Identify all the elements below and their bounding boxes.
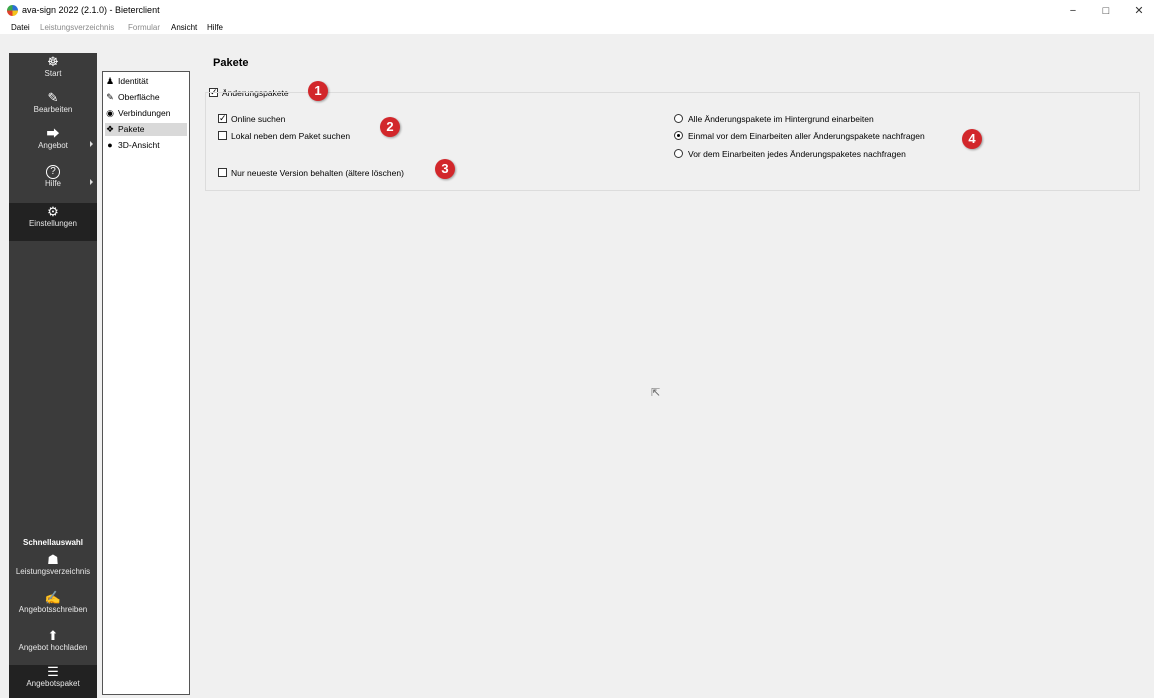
quick-item-angebot-hochladen[interactable]: ⬆ Angebot hochladen [9,629,97,659]
quick-item-angebotspaket[interactable]: ☰ Angebotspaket [9,665,97,698]
tree-item-label: Oberfläche [118,92,160,102]
quick-access-title: Schnellauswahl [22,538,84,547]
package-list-icon: ☰ [47,664,59,679]
sidebar-item-einstellungen[interactable]: ⚙ Einstellungen [9,203,97,241]
tree-item-verbindungen[interactable]: ◉ Verbindungen [105,107,187,120]
window-edit-icon: ✎ [106,92,114,102]
page-title: Pakete [213,57,249,69]
online-search-label: Online suchen [231,114,286,124]
menu-ansicht[interactable]: Ansicht [171,22,197,34]
mouse-cursor-icon: ⇱ [651,387,661,399]
title-bar: ava-sign 2022 (2.1.0) - Bieterclient − □… [0,0,1154,22]
menu-hilfe[interactable]: Hilfe [207,22,223,34]
annotation-badge-4: 4 [962,129,982,149]
radio-ask-once[interactable] [674,131,683,140]
menu-leistungsverzeichnis[interactable]: Leistungsverzeichnis [40,22,114,34]
window-title: ava-sign 2022 (2.1.0) - Bieterclient [22,5,160,15]
quick-item-label: Angebot hochladen [18,643,88,652]
help-icon: ? [46,165,60,179]
tree-item-label: Identität [118,76,149,86]
binoculars-icon: ● [107,140,113,150]
person-icon: ♟ [105,76,115,86]
quick-item-label: Angebotspaket [26,679,80,688]
minimize-button[interactable]: − [1066,4,1080,18]
pencil-icon: ✎ [47,90,59,105]
radio-ask-once-label: Einmal vor dem Einarbeiten aller Änderun… [688,131,925,141]
annotation-badge-3: 3 [435,159,455,179]
settings-tree: ♟ Identität ✎ Oberfläche ◉ Verbindungen ❖ Pa… [102,71,190,695]
sidebar-item-label: Start [44,69,62,78]
edit-document-icon: ✍ [44,590,62,605]
radio-ask-each[interactable] [674,149,683,158]
sidebar: ☸ Start ✎ Bearbeiten ⮕ Angebot ? Hilfe ⚙… [9,53,97,698]
sidebar-item-label: Hilfe [44,179,61,188]
tree-item-label: Verbindungen [118,108,171,118]
tree-item-identitaet[interactable]: ♟ Identität [105,75,187,88]
globe-icon: ◉ [106,108,114,118]
newest-version-label: Nur neueste Version behalten (ältere lös… [231,168,404,178]
local-search-checkbox[interactable] [218,131,227,140]
tree-item-pakete[interactable]: ❖ Pakete [105,123,187,136]
radio-ask-each-label: Vor dem Einarbeiten jedes Änderungspaket… [688,149,906,159]
sidebar-item-angebot[interactable]: ⮕ Angebot [9,127,97,161]
tree-item-3d-ansicht[interactable]: ● 3D-Ansicht [105,139,187,152]
tree-item-oberflaeche[interactable]: ✎ Oberfläche [105,91,187,104]
submenu-arrow-icon [90,141,93,147]
menu-datei[interactable]: Datei [11,22,30,34]
newest-version-checkbox[interactable] [218,168,227,177]
coins-icon: ☗ [47,552,59,567]
upload-icon: ⬆ [47,628,59,643]
package-icon: ❖ [105,124,115,134]
annotation-badge-2: 2 [380,117,400,137]
submenu-arrow-icon [90,179,93,185]
quick-item-angebotsschreiben[interactable]: ✍ Angebotsschreiben [9,591,97,621]
menu-formular[interactable]: Formular [128,22,160,34]
quick-item-label: Angebotsschreiben [18,605,88,614]
quick-item-label: Leistungsverzeichnis [15,567,91,576]
annotation-badge-1: 1 [308,81,328,101]
maximize-button[interactable]: □ [1099,4,1113,18]
sidebar-item-label: Angebot [38,141,68,150]
local-search-label: Lokal neben dem Paket suchen [231,131,351,141]
radio-background-label: Alle Änderungspakete im Hintergrund eina… [688,114,874,124]
tree-item-label: 3D-Ansicht [118,140,160,150]
sidebar-item-label: Einstellungen [28,219,78,228]
ship-wheel-icon: ☸ [47,54,59,69]
radio-background[interactable] [674,114,683,123]
tree-item-label: Pakete [118,124,145,134]
share-icon: ⮕ [46,126,60,141]
sidebar-item-start[interactable]: ☸ Start [9,55,97,89]
online-search-checkbox[interactable] [218,112,227,124]
app-logo-icon [7,5,18,16]
menu-bar: Datei Leistungsverzeichnis Formular Ansi… [0,22,1154,34]
gear-icon: ⚙ [47,204,59,219]
sidebar-item-hilfe[interactable]: ? Hilfe [9,165,97,199]
close-button[interactable]: ✕ [1132,4,1146,18]
sidebar-item-bearbeiten[interactable]: ✎ Bearbeiten [9,91,97,125]
quick-item-leistungsverzeichnis[interactable]: ☗ Leistungsverzeichnis [9,553,97,583]
sidebar-item-label: Bearbeiten [33,105,73,114]
